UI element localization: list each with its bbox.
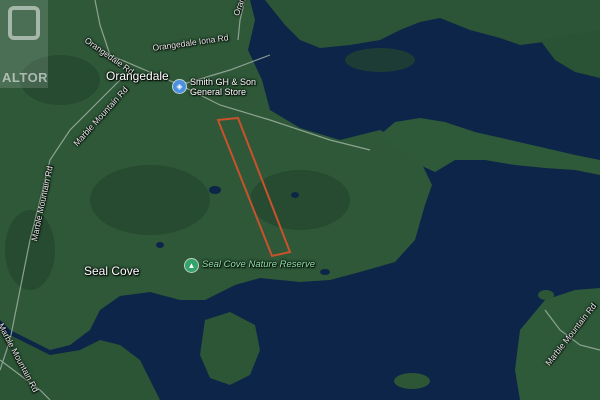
land-small-island <box>394 373 430 389</box>
place-label-seal-cove[interactable]: Seal Cove <box>84 264 139 278</box>
realtor-watermark: ALTOR <box>0 0 48 88</box>
poi-reserve-label[interactable]: Seal Cove Nature Reserve <box>202 259 315 270</box>
place-label-orangedale[interactable]: Orangedale <box>106 69 169 83</box>
land-tiny-islet <box>538 290 554 300</box>
watermark-text: ALTOR <box>2 70 49 85</box>
realtor-logo-icon <box>8 6 40 40</box>
poi-store-label[interactable]: Smith GH & Son General Store <box>190 77 256 98</box>
map-canvas <box>0 0 600 400</box>
map-view[interactable]: ALTOR Orangedale Iona Rd Orangedale Rd O… <box>0 0 600 400</box>
shopping-bag-icon[interactable]: ◈ <box>173 80 186 93</box>
tree-icon[interactable]: ▲ <box>185 259 198 272</box>
poi-store-line2: General Store <box>190 86 247 97</box>
